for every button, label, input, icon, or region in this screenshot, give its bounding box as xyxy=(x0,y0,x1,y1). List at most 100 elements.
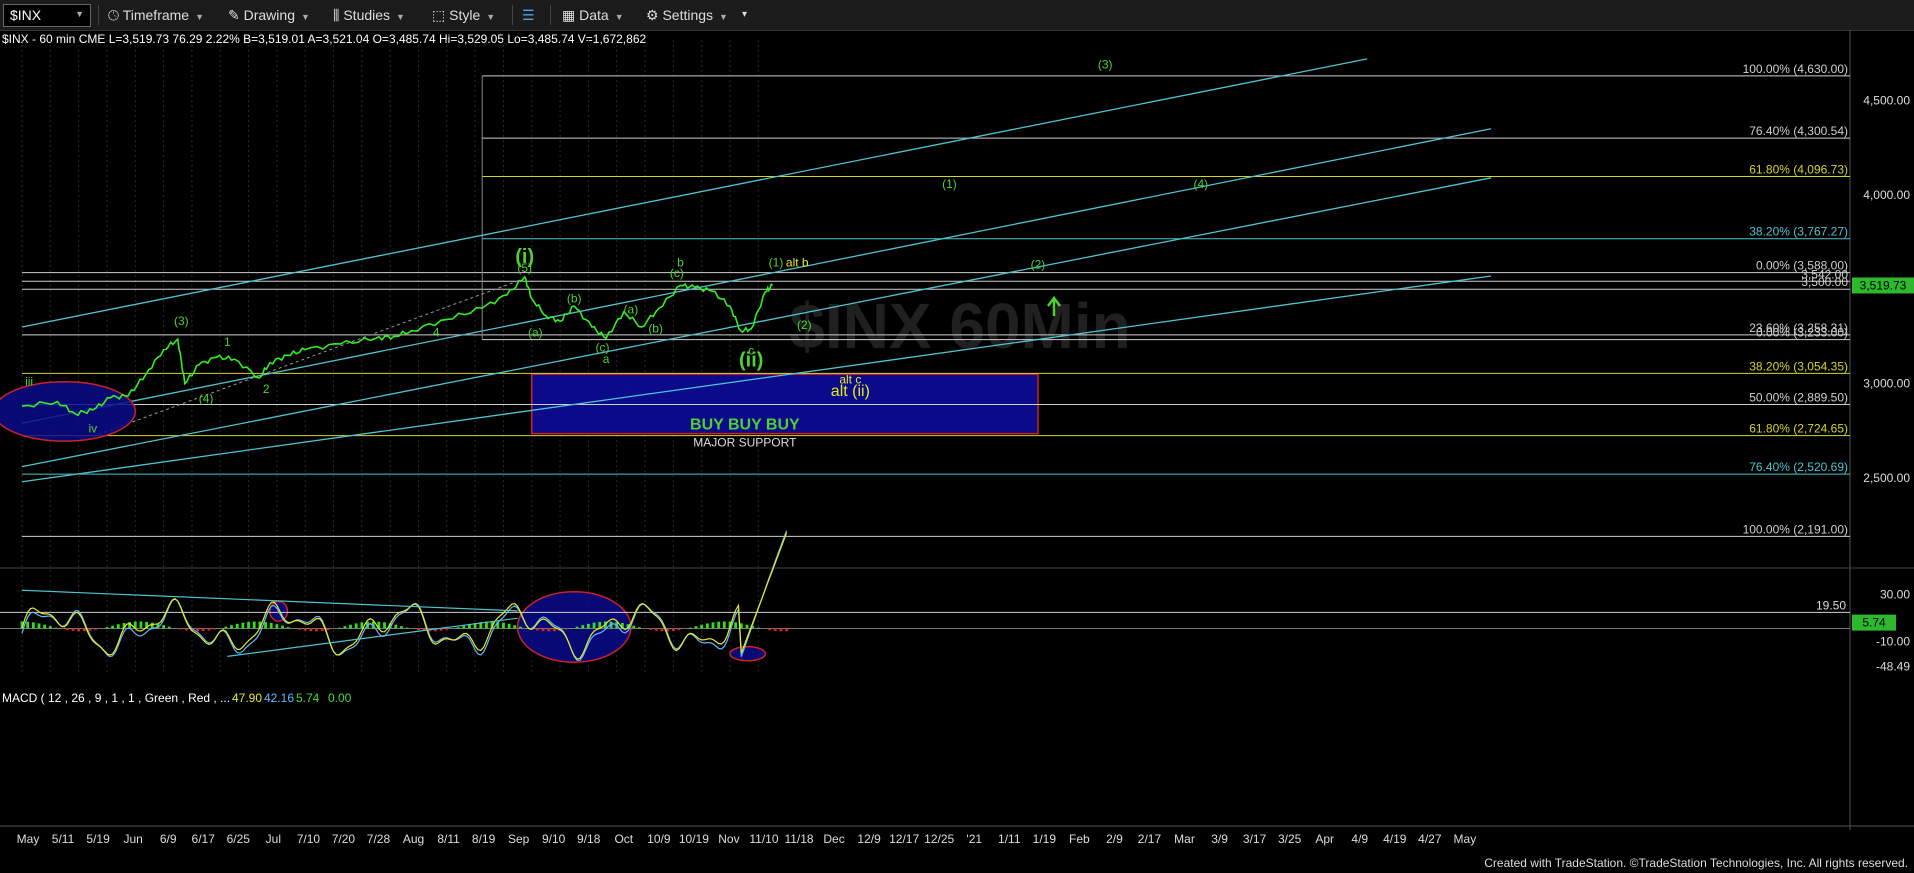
macd-tick-label: -48.49 xyxy=(1876,660,1910,674)
fib-label: 61.80% (2,724.65) xyxy=(1749,422,1848,436)
watermark: $INX 60Min xyxy=(789,290,1130,362)
time-tick-label: 7/10 xyxy=(297,832,321,846)
time-tick-label: 3/9 xyxy=(1211,832,1228,846)
macd-bar xyxy=(445,628,449,630)
macd-bar xyxy=(71,628,75,631)
macd-bar xyxy=(286,627,290,629)
time-tick-label: 3/17 xyxy=(1243,832,1267,846)
price-tick-label: 4,500.00 xyxy=(1863,93,1910,107)
macd-bar xyxy=(111,625,115,629)
fib-label: 0.00% (3,233.00) xyxy=(1756,326,1848,340)
macd-bar xyxy=(48,626,52,629)
fib-label: 100.00% (2,191.00) xyxy=(1743,522,1848,536)
macd-bar xyxy=(116,624,120,629)
macd-bar xyxy=(694,626,698,629)
macd-bar xyxy=(383,622,386,629)
time-tick-label: 2/9 xyxy=(1106,832,1123,846)
fib-label: 100.00% (4,630.00) xyxy=(1743,62,1848,76)
macd-bar xyxy=(762,628,766,630)
wave-label: 4 xyxy=(433,325,440,339)
macd-bar xyxy=(411,628,415,630)
time-tick-label: 12/25 xyxy=(924,832,954,846)
macd-bar xyxy=(660,628,664,632)
wave-label: 1 xyxy=(224,335,231,349)
wave-label: iii xyxy=(25,374,33,388)
macd-bar xyxy=(303,628,307,631)
wave-label: alt b xyxy=(786,256,809,270)
macd-bar xyxy=(354,623,358,629)
macd-ref-label: 19.50 xyxy=(1816,598,1846,612)
macd-bar xyxy=(247,621,250,629)
macd-bar xyxy=(150,622,154,629)
time-tick-label: '21 xyxy=(966,832,982,846)
macd-bar xyxy=(37,623,41,629)
macd-bar xyxy=(281,625,284,629)
macd-tick-label: -10.00 xyxy=(1876,635,1910,649)
time-tick-label: May xyxy=(17,832,40,846)
macd-bar xyxy=(54,627,58,629)
wave-label: (5) xyxy=(517,261,532,275)
macd-bar xyxy=(94,628,98,630)
price-tick-label: 3,000.00 xyxy=(1863,377,1910,391)
macd-bar xyxy=(462,625,466,629)
macd-bar xyxy=(683,628,687,630)
macd-bar xyxy=(162,625,165,629)
macd-bar xyxy=(553,628,556,632)
time-tick-label: 6/9 xyxy=(160,832,177,846)
time-tick-label: 9/18 xyxy=(577,832,601,846)
macd-bar xyxy=(88,628,92,631)
macd-bar xyxy=(654,628,658,631)
time-tick-label: Sep xyxy=(508,832,530,846)
macd-bar xyxy=(688,627,692,629)
fib-label: 3,500.00 xyxy=(1801,275,1848,289)
time-tick-label: 9/10 xyxy=(542,832,566,846)
buy-zone-sublabel: MAJOR SUPPORT xyxy=(693,436,797,450)
macd-bar xyxy=(43,624,47,629)
macd-bar xyxy=(60,628,64,630)
fib-label: 38.20% (3,767.27) xyxy=(1749,225,1848,239)
wave-label: (2) xyxy=(1031,257,1046,271)
time-tick-label: Nov xyxy=(718,832,739,846)
macd-bar xyxy=(184,628,188,631)
macd-bar xyxy=(405,627,409,629)
macd-bar xyxy=(768,628,772,631)
macd-bar xyxy=(649,628,653,630)
macd-value: 0.00 xyxy=(328,691,352,705)
price-tick-label: 2,500.00 xyxy=(1863,471,1910,485)
macd-bar xyxy=(105,627,109,629)
macd-bar xyxy=(213,628,216,630)
wave-label: (a) xyxy=(528,325,543,339)
credit-text: Created with TradeStation. ©TradeStation… xyxy=(1484,856,1908,870)
macd-bar xyxy=(519,626,522,629)
wave-label: (b) xyxy=(567,291,582,305)
macd-bar xyxy=(722,621,726,629)
fib-label: 38.20% (3,054.35) xyxy=(1749,359,1848,373)
time-tick-label: 12/9 xyxy=(857,832,881,846)
macd-value: 42.16 xyxy=(264,691,294,705)
macd-value: 5.74 xyxy=(296,691,320,705)
macd-bar xyxy=(581,625,585,629)
wave-label: (1) xyxy=(769,256,784,270)
macd-bar xyxy=(700,624,704,629)
macd-bar xyxy=(343,626,347,629)
macd-bar xyxy=(756,627,760,629)
macd-bar xyxy=(332,628,335,630)
macd-bar xyxy=(65,628,69,631)
time-tick-label: Jul xyxy=(266,832,281,846)
macd-bar xyxy=(264,622,267,629)
wave-label: (3) xyxy=(174,314,189,328)
time-tick-label: May xyxy=(1454,832,1477,846)
time-tick-label: Aug xyxy=(403,832,424,846)
buy-zone-label: BUY BUY BUY xyxy=(690,417,800,434)
macd-bar xyxy=(26,621,30,629)
wave-label: (4) xyxy=(1193,177,1208,191)
last-price-label: 3,519.73 xyxy=(1860,278,1907,292)
wave-label: (3) xyxy=(1098,57,1113,71)
price-chart[interactable]: $INX 60Min BUY BUY BUY MAJOR SUPPORT 100.00… xyxy=(0,0,1914,873)
macd-bar xyxy=(734,622,738,629)
fib-label: 76.40% (4,300.54) xyxy=(1749,124,1848,138)
grid xyxy=(21,40,759,674)
macd-bar xyxy=(82,628,86,632)
macd-title: MACD ( 12 , 26 , 9 , 1 , 1 , Green , Red… xyxy=(2,691,230,705)
wave-label: (4) xyxy=(199,391,214,405)
